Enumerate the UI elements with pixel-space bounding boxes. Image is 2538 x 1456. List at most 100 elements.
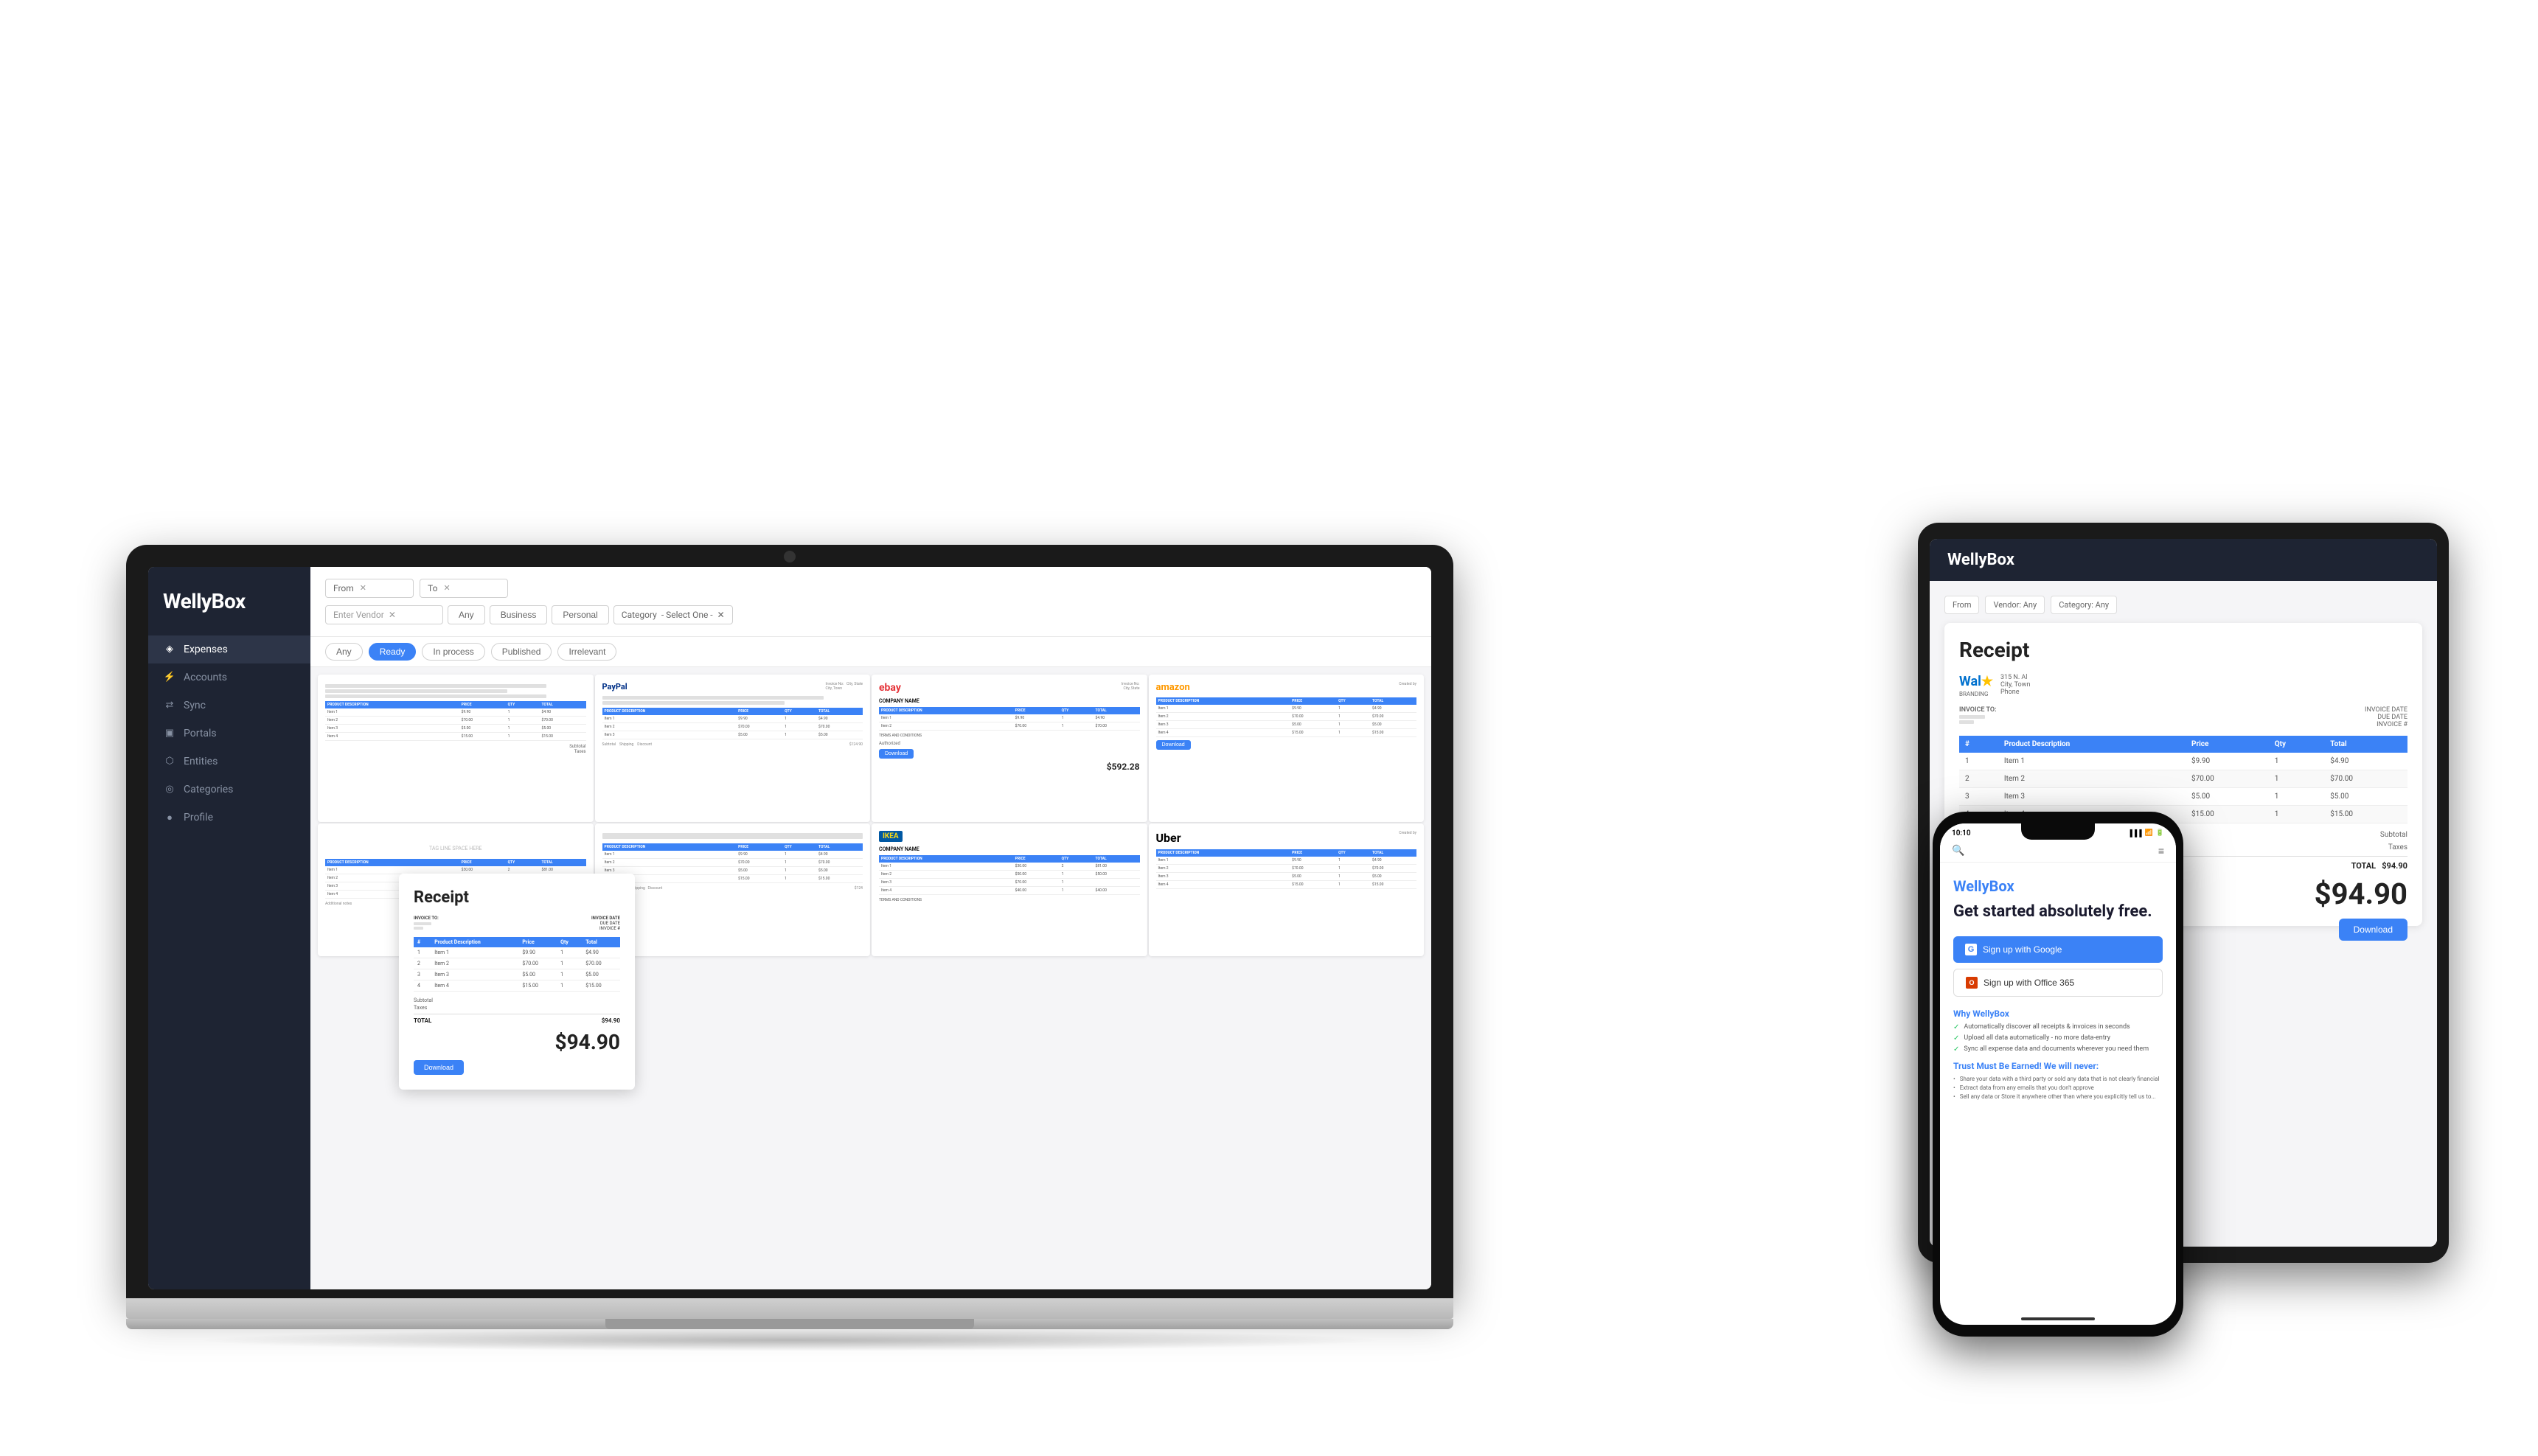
tablet-subtotal-label: Subtotal: [2380, 831, 2407, 839]
tablet-receipt-title: Receipt: [1959, 638, 2407, 662]
to-label: To: [428, 583, 437, 593]
status-published-btn[interactable]: Published: [491, 643, 552, 661]
signup-office-btn[interactable]: O Sign up with Office 365: [1953, 969, 2163, 997]
tablet-from-filter[interactable]: From: [1944, 596, 1979, 614]
status-irrelevant-btn[interactable]: Irrelevant: [557, 643, 616, 661]
sidebar-nav: ◈ Expenses ⚡ Accounts ⇄ Sync: [148, 635, 310, 1275]
phone-menu-icon[interactable]: ≡: [2158, 845, 2164, 857]
trust-label-2: Extract data from any emails that you do…: [1960, 1084, 2094, 1091]
tablet-taxes-label: Taxes: [2388, 843, 2407, 851]
amazon-download-btn[interactable]: Download: [1156, 740, 1191, 750]
vendor-input[interactable]: Enter Vendor ✕: [325, 605, 443, 624]
check-icon-1: ✓: [1953, 1023, 1959, 1031]
category-select[interactable]: Category - Select One - ✕: [613, 605, 733, 624]
phone-search-icon[interactable]: 🔍: [1952, 845, 1964, 857]
col-price: Price: [518, 937, 557, 947]
taxes-label: Taxes: [414, 1005, 427, 1011]
featured-download-btn[interactable]: Download: [414, 1060, 464, 1075]
from-input[interactable]: From ✕: [325, 579, 414, 598]
filter-business-btn[interactable]: Business: [490, 605, 548, 624]
sidebar-item-sync[interactable]: ⇄ Sync: [148, 692, 310, 720]
receipt-card-paypal[interactable]: PayPal Invoice No: City, StateCity, Town: [595, 675, 871, 822]
receipt-card-lines[interactable]: PRODUCT DESCRIPTIONPRICEQTYTOTAL Item 1$…: [595, 823, 871, 956]
signup-google-btn[interactable]: G Sign up with Google: [1953, 936, 2163, 963]
sidebar-item-accounts[interactable]: ⚡ Accounts: [148, 663, 310, 692]
receipt-card-ikea[interactable]: IKEA COMPANY NAME PRODUCT DESCRIPTIONPRI…: [872, 823, 1147, 956]
invoice-to-label: INVOICE TO:: [414, 916, 439, 921]
sidebar-item-entities-label: Entities: [184, 756, 218, 767]
filter-personal-btn[interactable]: Personal: [552, 605, 608, 624]
sidebar-item-accounts-label: Accounts: [184, 672, 227, 683]
phone-headline: Get started absolutely free.: [1953, 902, 2163, 922]
tablet-invoice-date-label: INVOICE DATE: [2365, 706, 2407, 714]
sidebar-item-sync-label: Sync: [184, 700, 206, 711]
status-any-btn[interactable]: Any: [325, 643, 363, 661]
phone-device: 10:10 ▐▐▐ 📶 🔋 🔍 ≡ WellyBox Get started a…: [1933, 812, 2183, 1337]
receipt-card-ebay[interactable]: ebay Invoice No:City, State COMPANY NAME…: [872, 675, 1147, 822]
col-qty: Qty: [557, 937, 582, 947]
laptop-device: WellyBox ◈ Expenses ⚡ Accounts ⇄: [126, 545, 1453, 1351]
entities-icon: ⬡: [163, 755, 176, 768]
portals-icon: ▣: [163, 727, 176, 740]
from-clear-btn[interactable]: ✕: [360, 583, 366, 593]
categories-icon: ◎: [163, 783, 176, 796]
col-total: Total: [582, 937, 620, 947]
accounts-icon: ⚡: [163, 671, 176, 684]
receipt-card-1[interactable]: PRODUCT DESCRIPTIONPRICEQTYTOTAL Item 1$…: [318, 675, 594, 822]
paypal-brand: PayPal: [602, 682, 627, 692]
feature-label-3: Sync all expense data and documents wher…: [1964, 1045, 2149, 1053]
why-wellybox-title: Why WellyBox: [1953, 1009, 2163, 1019]
phone-screen: 10:10 ▐▐▐ 📶 🔋 🔍 ≡ WellyBox Get started a…: [1940, 823, 2176, 1325]
sidebar-item-expenses[interactable]: ◈ Expenses: [148, 635, 310, 663]
status-ready-btn[interactable]: Ready: [369, 643, 417, 661]
laptop-bezel: WellyBox ◈ Expenses ⚡ Accounts ⇄: [126, 545, 1453, 1298]
invoice-num-label: INVOICE #: [591, 926, 620, 931]
tablet-category-filter[interactable]: Category: Any: [2051, 596, 2117, 614]
ebay-brand: ebay: [879, 682, 901, 694]
filter-any-btn[interactable]: Any: [448, 605, 485, 624]
receipt-card-uber[interactable]: Uber Created by PRODUCT DESCRIPTIONPRICE…: [1149, 823, 1425, 956]
sidebar-item-portals[interactable]: ▣ Portals: [148, 720, 310, 748]
tablet-download-btn[interactable]: Download: [2339, 919, 2407, 941]
office-icon: O: [1966, 977, 1978, 989]
to-input[interactable]: To ✕: [420, 579, 508, 598]
status-inprocess-btn[interactable]: In process: [422, 643, 484, 661]
featured-total-price: $94.90: [414, 1030, 620, 1054]
featured-invoice-header: INVOICE TO: INVOICE DATE DUE DATE INVOIC…: [414, 916, 620, 931]
vendor-clear-btn[interactable]: ✕: [389, 610, 396, 620]
bullet-icon-3: •: [1953, 1093, 1955, 1100]
invoice-date-label: INVOICE DATE: [591, 916, 620, 921]
taxes-row: Taxes: [414, 1005, 620, 1011]
phone-nav-bar: 🔍 ≡: [1940, 840, 2176, 863]
tcol-desc: Product Description: [1998, 736, 2186, 753]
invoice-meta: 315 N. Al City, Town Phone: [2000, 674, 2030, 697]
sidebar-item-entities[interactable]: ⬡ Entities: [148, 748, 310, 776]
phone-home-bar: [2021, 1317, 2095, 1320]
due-date-label: DUE DATE: [591, 921, 620, 926]
app-sidebar: WellyBox ◈ Expenses ⚡ Accounts ⇄: [148, 567, 310, 1289]
walmart-brand: Wal★: [1959, 674, 1993, 689]
app-toolbar: From ✕ To ✕ Enter Vendor: [310, 567, 1431, 637]
receipt-card-amazon[interactable]: amazon Created by PRODUCT DESCRIPTIONPRI…: [1149, 675, 1425, 822]
table-row: 2Item 2$70.001$70.00: [414, 958, 620, 969]
tablet-items-table: # Product Description Price Qty Total 1I…: [1959, 736, 2407, 823]
to-clear-btn[interactable]: ✕: [443, 583, 450, 593]
table-row: 3Item 3$5.001$5.00: [414, 969, 620, 980]
category-clear-btn[interactable]: ✕: [717, 610, 725, 620]
tcol-price: Price: [2186, 736, 2269, 753]
phone-content: WellyBox Get started absolutely free. G …: [1940, 863, 2176, 1303]
sidebar-item-categories[interactable]: ◎ Categories: [148, 776, 310, 804]
ebay-download-btn[interactable]: Download: [879, 749, 914, 759]
phone-time: 10:10: [1952, 829, 1971, 837]
profile-icon: ●: [163, 811, 176, 824]
sidebar-item-profile[interactable]: ● Profile: [148, 804, 310, 832]
total-label: TOTAL: [414, 1017, 431, 1024]
tcol-total: Total: [2324, 736, 2407, 753]
ikea-brand: IKEA: [879, 831, 903, 842]
sync-icon: ⇄: [163, 699, 176, 712]
trust-item-3: • Sell any data or Store it anywhere oth…: [1953, 1093, 2163, 1100]
tablet-total-label: TOTAL: [2351, 861, 2376, 871]
tablet-vendor-filter[interactable]: Vendor: Any: [1985, 596, 2045, 614]
trust-label-1: Share your data with a third party or so…: [1960, 1076, 2160, 1082]
tablet-total-value: $94.90: [2382, 861, 2407, 871]
